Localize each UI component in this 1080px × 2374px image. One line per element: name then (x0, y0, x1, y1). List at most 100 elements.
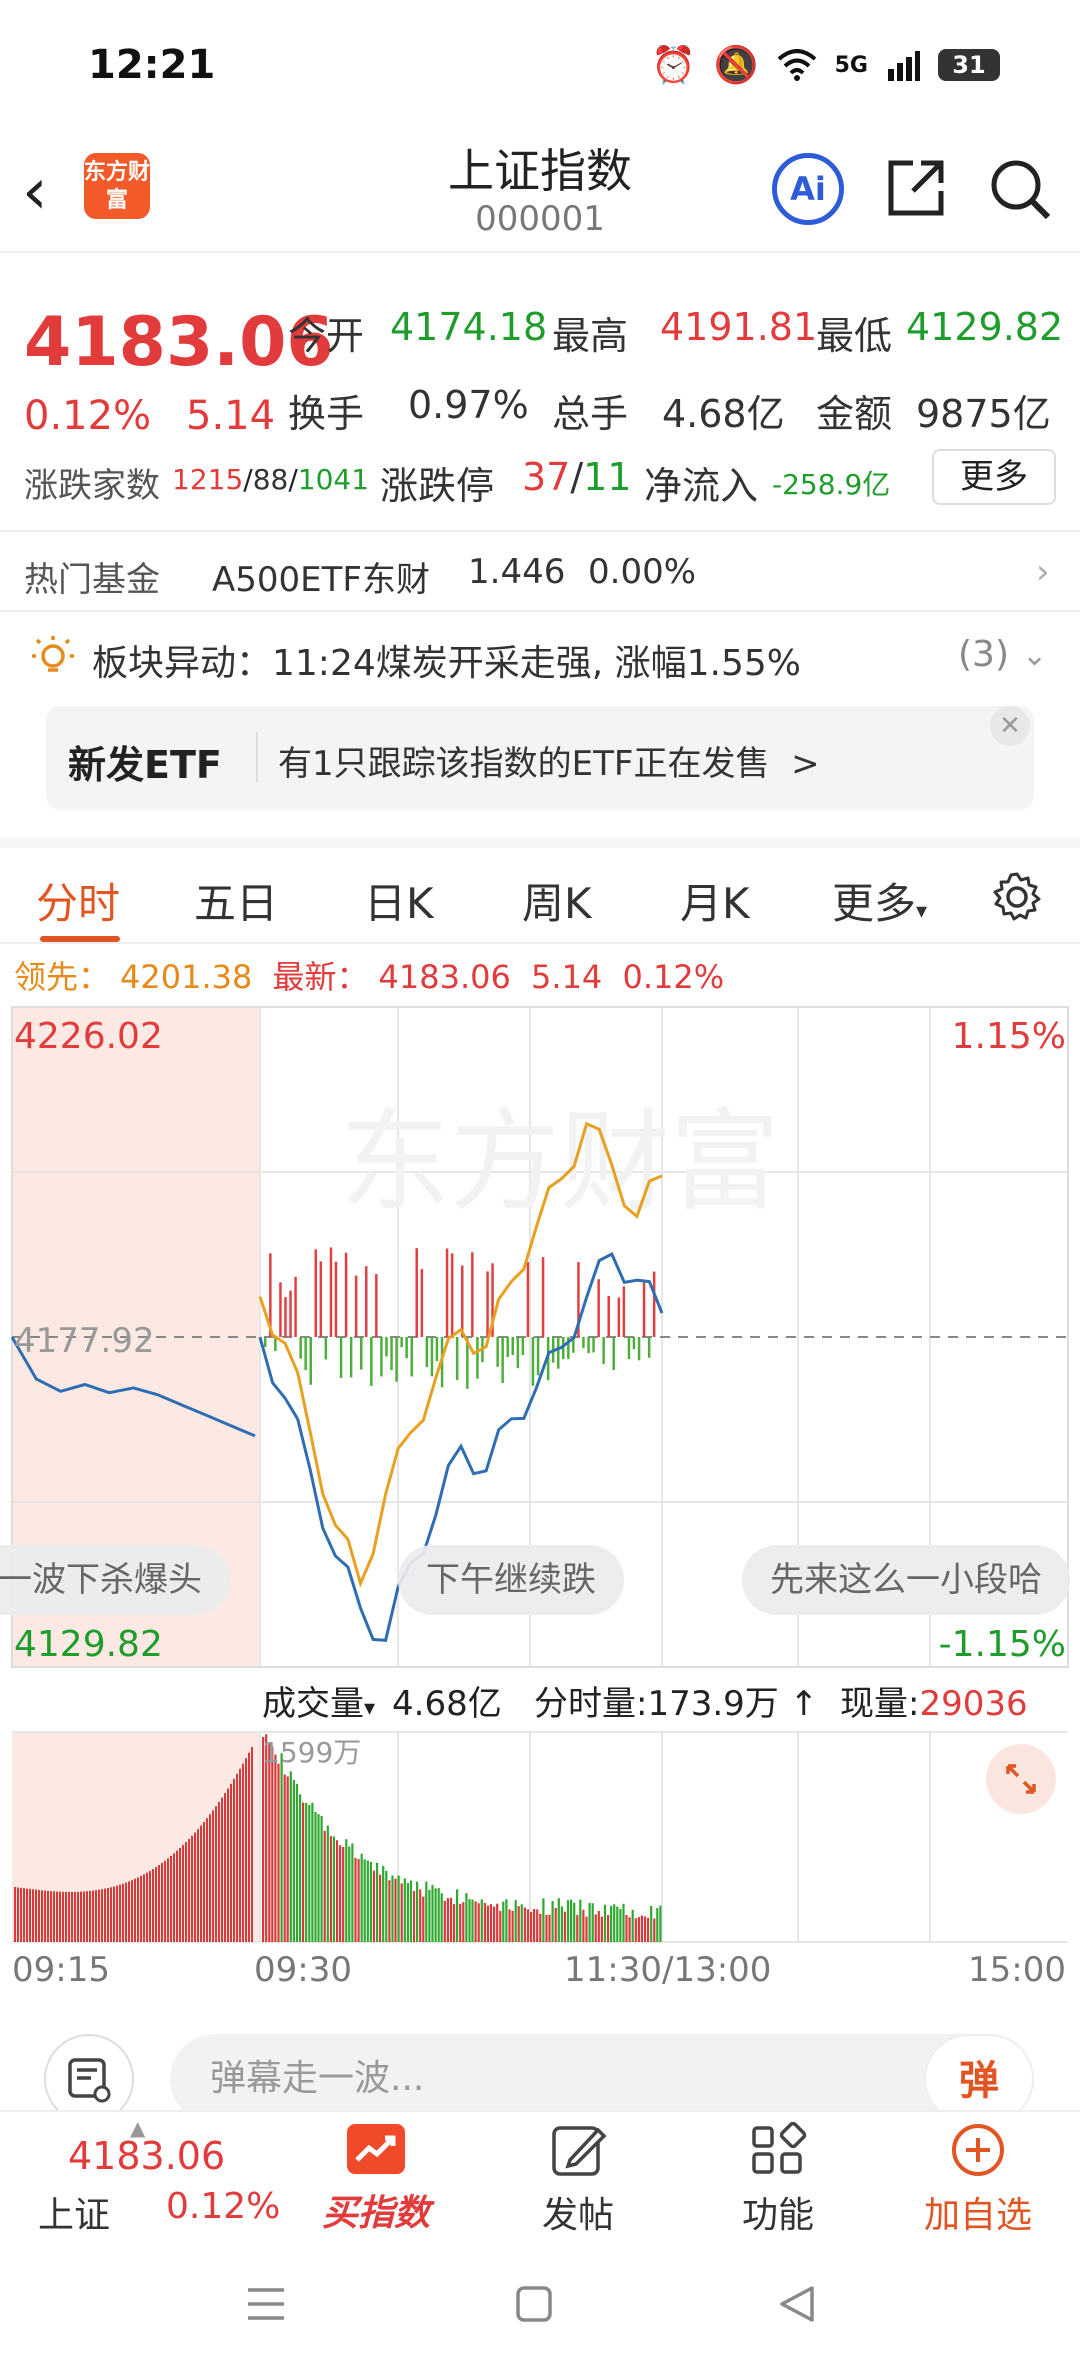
volume-bar (385, 1870, 388, 1942)
nav-pct[interactable]: 0.12% (166, 2186, 280, 2227)
volume-bar (236, 1773, 238, 1942)
y-mid-label: 4177.92 (14, 1321, 155, 1361)
volume-bar (320, 1816, 323, 1942)
volume-bar (140, 1875, 142, 1942)
volume-bar (332, 1836, 335, 1942)
volume-bar (41, 1890, 43, 1942)
volume-bar (388, 1880, 391, 1942)
add-watchlist-button[interactable]: 加自选 (908, 2122, 1048, 2238)
volume-bar (20, 1887, 22, 1942)
flow-bar (582, 1337, 585, 1349)
volume-bar (17, 1887, 19, 1942)
volume-bar (251, 1747, 253, 1942)
volume-bar (92, 1890, 94, 1942)
volume-bar (489, 1904, 493, 1942)
flow-bar (284, 1297, 287, 1337)
volume-bar (215, 1806, 217, 1942)
time-label: 09:15 (12, 1950, 110, 1990)
flow-bar (450, 1253, 454, 1337)
volume-bar (514, 1900, 517, 1942)
volume-bar (314, 1811, 317, 1942)
volume-bar (38, 1890, 40, 1942)
volume-bar (659, 1905, 662, 1942)
volume-bar (560, 1906, 563, 1942)
volume-bar (557, 1898, 560, 1942)
volume-bar (465, 1893, 468, 1942)
volume-bar (134, 1878, 136, 1942)
nav-index-name[interactable]: 上证 (38, 2186, 110, 2238)
flow-bar (405, 1337, 408, 1359)
volume-bar (647, 1917, 650, 1942)
volume-bar (107, 1888, 109, 1942)
functions-button[interactable]: 功能 (708, 2121, 848, 2238)
trend-chart-icon (347, 2124, 405, 2174)
flow-bar (647, 1337, 651, 1358)
volume-bar (335, 1840, 339, 1942)
back-nav-icon[interactable] (774, 2282, 818, 2326)
volume-bar (194, 1832, 196, 1942)
volume-bar (406, 1883, 409, 1942)
volume-bar (286, 1776, 289, 1942)
flow-bar (415, 1248, 418, 1337)
expand-button[interactable] (986, 1744, 1056, 1814)
volume-bar (29, 1888, 31, 1942)
volume-bar (224, 1793, 226, 1942)
volume-bar (434, 1888, 437, 1942)
flow-bar (602, 1337, 605, 1364)
volume-bar (292, 1779, 295, 1942)
volume-bar (77, 1891, 79, 1942)
flow-bar (365, 1266, 368, 1337)
volume-bar (74, 1891, 76, 1942)
flow-bar (375, 1274, 378, 1337)
volume-bar (242, 1763, 244, 1942)
volume-bar (459, 1903, 462, 1942)
flow-bar (476, 1337, 479, 1379)
volume-bar (613, 1904, 616, 1942)
nav-price[interactable]: 4183.06 (68, 2134, 225, 2178)
volume-bar (631, 1909, 634, 1942)
volume-bar (116, 1885, 118, 1942)
flow-bar (627, 1337, 631, 1360)
volume-bar (155, 1867, 157, 1942)
flow-bar (486, 1271, 489, 1337)
volume-bar (305, 1803, 308, 1942)
volume-selector[interactable]: 成交量▾ (262, 1676, 375, 1725)
volume-bar (152, 1869, 154, 1942)
volume-bar (326, 1825, 329, 1942)
volume-bar (176, 1850, 178, 1942)
volume-bar (188, 1839, 190, 1942)
volume-bar (345, 1839, 348, 1942)
volume-bar (89, 1890, 91, 1942)
flow-bar (264, 1337, 267, 1347)
volume-bar (656, 1908, 659, 1942)
volume-bar (600, 1916, 603, 1942)
post-button[interactable]: 发帖 (508, 2122, 648, 2238)
volume-bar (271, 1746, 274, 1942)
flow-bar (435, 1337, 439, 1361)
system-nav (0, 2244, 1080, 2374)
volume-bar (416, 1881, 419, 1942)
volume-bar (588, 1902, 591, 1942)
flow-bar (309, 1337, 312, 1385)
menu-icon[interactable] (244, 2284, 288, 2324)
volume-bar (468, 1899, 471, 1942)
volume-bar (483, 1903, 486, 1942)
buy-index-button[interactable]: 买指数 (306, 2122, 446, 2236)
volume-bar (80, 1891, 82, 1942)
current-volume: 现量:29036 (840, 1684, 1028, 1724)
volume-bar (317, 1814, 320, 1942)
volume-bar (431, 1884, 434, 1942)
home-icon[interactable] (512, 2282, 556, 2326)
volume-bar (191, 1835, 193, 1942)
flow-bar (304, 1337, 307, 1370)
volume-total: 4.68亿 (392, 1684, 502, 1724)
volume-max-label: 1599万 (262, 1736, 361, 1769)
volume-bar (26, 1888, 28, 1942)
volume-bar (619, 1908, 622, 1942)
flow-bar (334, 1261, 338, 1337)
volume-bar (68, 1891, 70, 1942)
volume-bar (197, 1829, 199, 1942)
volume-bar (554, 1908, 557, 1942)
volume-bar (182, 1845, 184, 1942)
flow-bar (587, 1337, 590, 1354)
